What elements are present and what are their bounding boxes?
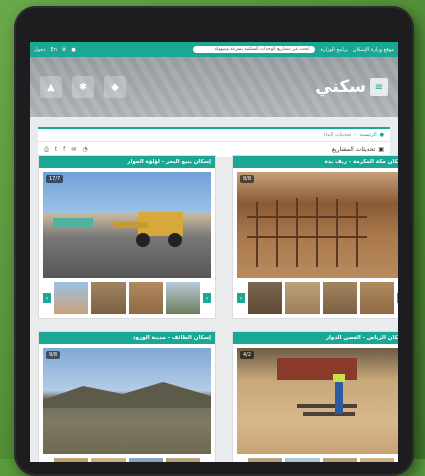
project-title[interactable]: إسكان الرياض - الغصن الدوار [233, 332, 398, 344]
login-button[interactable]: دخول [34, 47, 46, 53]
project-main-photo[interactable]: 17/7 [43, 172, 211, 278]
project-title[interactable]: إسكان الطائف - مدينة الورود [39, 332, 215, 344]
chevron-right-icon[interactable]: › [397, 293, 398, 303]
camera-icon: ▣ [378, 146, 384, 153]
gear-icon[interactable]: ⚙ [62, 47, 66, 53]
search-input[interactable]: ابحث عن مشاريع الوحدات السكنية بسرعة وسه… [193, 46, 316, 53]
project-card: إسكان الرياض - الغصن الدوار 4/2 ‹ › [232, 331, 398, 462]
project-card: إسكان الطائف - مدينة الورود 9/8 ‹ › [38, 331, 216, 462]
breadcrumb-current: تحديثات البناء [323, 132, 352, 138]
thumbnail[interactable] [128, 282, 163, 314]
brand[interactable]: سكني ≡ [315, 77, 388, 97]
chevron-left-icon[interactable]: ‹ [237, 293, 245, 303]
worksite-illustration [277, 358, 357, 416]
ministers-program-link[interactable]: برامج الوزارة [320, 47, 347, 53]
thumbnail[interactable] [359, 282, 394, 314]
print-icon[interactable]: ⎙ [44, 146, 49, 154]
breadcrumb-separator: › [354, 132, 357, 138]
breadcrumb-home[interactable]: الرئيسية [359, 132, 376, 138]
ministry-link[interactable]: موقع وزارة الإسكان [353, 47, 394, 53]
project-title[interactable]: إسكان مكة المكرمة - ريف بدة [233, 156, 398, 168]
projects-grid: إسكان ينبع البحر - لؤلؤة الحوار 17/7 ‹ › [38, 155, 398, 462]
breadcrumb: تحديثات البناء › الرئيسية ● [38, 127, 390, 141]
photo-counter: 8/8 [240, 175, 255, 183]
ministry-logo: ◆ [104, 76, 126, 98]
grader-illustration [53, 212, 183, 247]
thumbnail[interactable] [248, 282, 283, 314]
thumb-strip: ‹ › [237, 282, 398, 314]
photo-counter: 4/2 [240, 351, 255, 359]
rebar-illustration [247, 197, 367, 267]
thumbnail[interactable] [322, 282, 357, 314]
page-title: تحديثات المشاريع ▣ [332, 146, 384, 153]
lang-button[interactable]: En [51, 47, 57, 53]
mail-icon[interactable]: ✉ [71, 146, 76, 154]
home-dot-icon: ● [379, 132, 384, 138]
vision-logo: ▲ [40, 76, 62, 98]
thumbnail[interactable] [91, 282, 126, 314]
project-card: إسكان ينبع البحر - لؤلؤة الحوار 17/7 ‹ › [38, 155, 216, 319]
facebook-icon[interactable]: f [63, 146, 65, 154]
mountain-illustration [43, 382, 211, 408]
chevron-right-icon[interactable]: › [203, 293, 211, 303]
whatsapp-icon[interactable]: ◔ [82, 146, 87, 154]
site-header: ▲ ✱ ◆ سكني ≡ [30, 57, 398, 117]
brand-title: سكني [315, 77, 366, 97]
top-bar: دخول En ⚙ ● ابحث عن مشاريع الوحدات السكن… [30, 42, 398, 57]
project-title[interactable]: إسكان ينبع البحر - لؤلؤة الحوار [39, 156, 215, 168]
emblem-logo: ✱ [72, 76, 94, 98]
project-main-photo[interactable]: 9/8 [43, 348, 211, 454]
menu-icon[interactable]: ≡ [370, 78, 388, 96]
thumbnail[interactable] [165, 282, 200, 314]
thumb-strip: ‹ › [43, 282, 211, 314]
project-card: إسكان مكة المكرمة - ريف بدة 8/8 ‹ [232, 155, 398, 319]
partner-logos: ▲ ✱ ◆ [40, 76, 126, 98]
thumbnail[interactable] [285, 282, 320, 314]
project-main-photo[interactable]: 8/8 [237, 172, 398, 278]
share-icons: ⎙ t f ✉ ◔ [44, 146, 88, 154]
page-title-text: تحديثات المشاريع [331, 146, 376, 153]
twitter-icon[interactable]: t [55, 146, 57, 154]
project-main-photo[interactable]: 4/2 [237, 348, 398, 454]
user-icon[interactable]: ● [71, 47, 75, 53]
tablet-screen: دخول En ⚙ ● ابحث عن مشاريع الوحدات السكن… [30, 42, 398, 462]
thumbnail[interactable] [54, 282, 89, 314]
photo-counter: 17/7 [46, 175, 64, 183]
photo-counter: 9/8 [46, 351, 61, 359]
chevron-left-icon[interactable]: ‹ [43, 293, 51, 303]
